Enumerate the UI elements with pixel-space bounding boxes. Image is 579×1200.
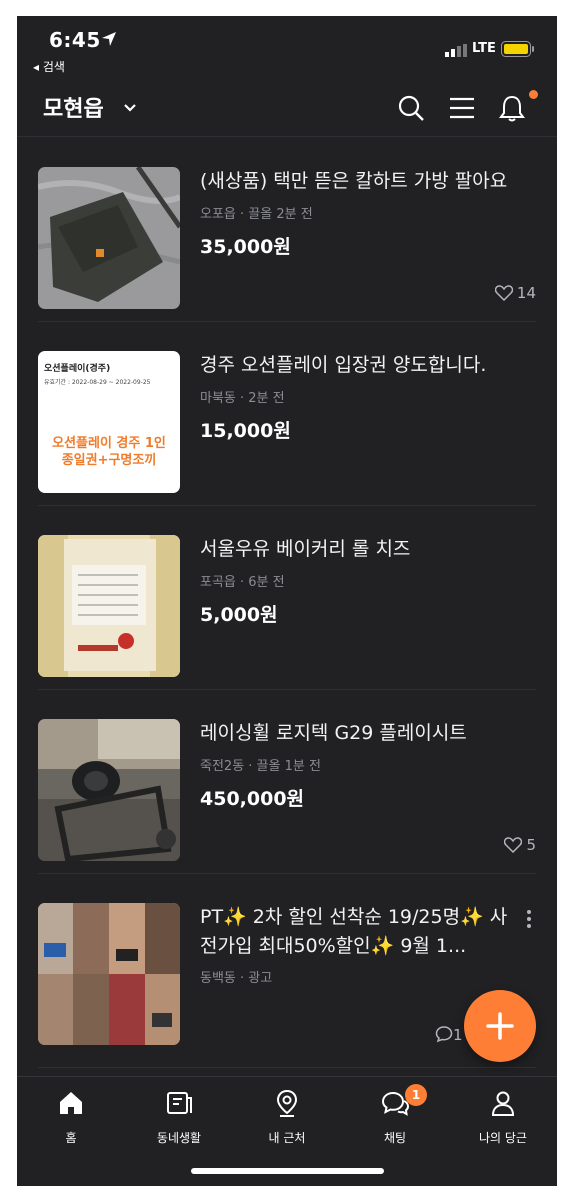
battery-icon [501, 41, 534, 57]
location-arrow-icon [102, 32, 116, 46]
item-title: 경주 오션플레이 입장권 양도합니다. [200, 354, 487, 376]
item-meta: 죽전2동 · 끌올 1분 전 [200, 759, 321, 774]
status-bar: 6:45 ◂ 검색 LTE [17, 16, 557, 78]
menu-icon[interactable] [449, 94, 475, 122]
heart-icon [494, 285, 514, 302]
chat-count-value: 1 [453, 1026, 463, 1044]
signal-icon [445, 44, 467, 57]
tab-nearby-label: 내 근처 [268, 1131, 306, 1145]
tab-community-label: 동네생활 [156, 1131, 202, 1145]
like-count-value: 14 [516, 284, 536, 302]
like-count: 14 [494, 284, 536, 302]
item-meta: 오포읍 · 끌올 2분 전 [200, 207, 313, 222]
item-meta: 마북동 · 2분 전 [200, 391, 285, 406]
fitness-collage-photo [38, 903, 180, 1045]
tab-my-profile-label: 나의 당근 [479, 1131, 527, 1145]
cheese-photo [38, 535, 180, 677]
location-selector[interactable]: 모현읍 [43, 91, 104, 123]
chat-count: 1 [435, 1025, 463, 1044]
status-time: 6:45 [49, 28, 101, 52]
product-thumbnail [38, 535, 180, 677]
like-count: 5 [504, 836, 536, 854]
network-type: LTE [472, 41, 496, 56]
item-title: 서울우유 베이커리 롤 치즈 [200, 538, 411, 560]
ad-thumbnail [38, 903, 180, 1045]
tab-home[interactable]: 홈 [21, 1087, 121, 1146]
chevron-down-icon[interactable] [123, 103, 137, 113]
product-thumbnail [38, 167, 180, 309]
tab-nearby[interactable]: 내 근처 [237, 1087, 337, 1146]
app-header: 모현읍 [17, 78, 557, 137]
chat-bubble-icon [435, 1026, 453, 1043]
like-count-value: 5 [526, 836, 536, 854]
product-thumbnail [38, 719, 180, 861]
plus-icon [486, 1012, 514, 1040]
search-icon[interactable] [397, 94, 425, 122]
item-price: 15,000원 [200, 420, 291, 442]
item-title: 레이싱휠 로지텍 G29 플레이시트 [200, 722, 467, 744]
thumb-text: 오션플레이 경주 1인 종일권+구명조끼 [52, 436, 166, 468]
tab-chat[interactable]: 채팅 [345, 1087, 445, 1146]
item-meta: 포곡읍 · 6분 전 [200, 575, 285, 590]
app-screen: 6:45 ◂ 검색 LTE 모현읍 (새상품) 택만 뜯은 칼하트 가방 팔아요… [17, 16, 557, 1186]
item-title: (새상품) 택만 뜯은 칼하트 가방 팔아요 [200, 170, 508, 192]
list-item[interactable]: 서울우유 베이커리 롤 치즈 포곡읍 · 6분 전 5,000원 [38, 505, 536, 690]
heart-icon [504, 837, 523, 854]
item-price: 35,000원 [200, 236, 291, 258]
thumb-title: 오션플레이(경주) [44, 364, 111, 374]
tab-community[interactable]: 동네생활 [129, 1087, 229, 1146]
chat-unread-badge: 1 [405, 1084, 427, 1106]
back-to-search-link[interactable]: ◂ 검색 [33, 58, 65, 75]
ad-meta: 동백동 · 광고 [200, 971, 273, 986]
product-thumbnail: 오션플레이(경주) 유효기간 : 2022-08-29 ~ 2022-09-25… [38, 351, 180, 493]
ad-title: PT✨ 2차 할인 선착순 19/25명✨ 사전가입 최대50%할인✨ 9월 1… [200, 906, 508, 957]
notification-dot [529, 90, 538, 99]
home-indicator [191, 1168, 384, 1174]
thumb-period: 유효기간 : 2022-08-29 ~ 2022-09-25 [44, 379, 151, 386]
more-options-icon[interactable] [526, 909, 532, 929]
list-item[interactable]: 레이싱휠 로지텍 G29 플레이시트 죽전2동 · 끌올 1분 전 450,00… [38, 689, 536, 874]
location-pin-icon [276, 1089, 298, 1117]
list-item[interactable]: (새상품) 택만 뜯은 칼하트 가방 팔아요 오포읍 · 끌올 2분 전 35,… [38, 137, 536, 322]
tab-chat-label: 채팅 [383, 1131, 407, 1145]
item-price: 450,000원 [200, 788, 305, 810]
bag-photo [38, 167, 180, 309]
home-icon [60, 1092, 82, 1114]
racing-wheel-photo [38, 719, 180, 861]
tab-home-label: 홈 [65, 1131, 77, 1145]
list-item[interactable]: 오션플레이(경주) 유효기간 : 2022-08-29 ~ 2022-09-25… [38, 321, 536, 506]
tab-my-profile[interactable]: 나의 당근 [453, 1087, 553, 1146]
community-icon [167, 1092, 192, 1114]
write-post-button[interactable] [464, 990, 536, 1062]
item-price: 5,000원 [200, 604, 278, 626]
notification-bell-icon[interactable] [499, 94, 525, 122]
person-icon [491, 1091, 515, 1116]
